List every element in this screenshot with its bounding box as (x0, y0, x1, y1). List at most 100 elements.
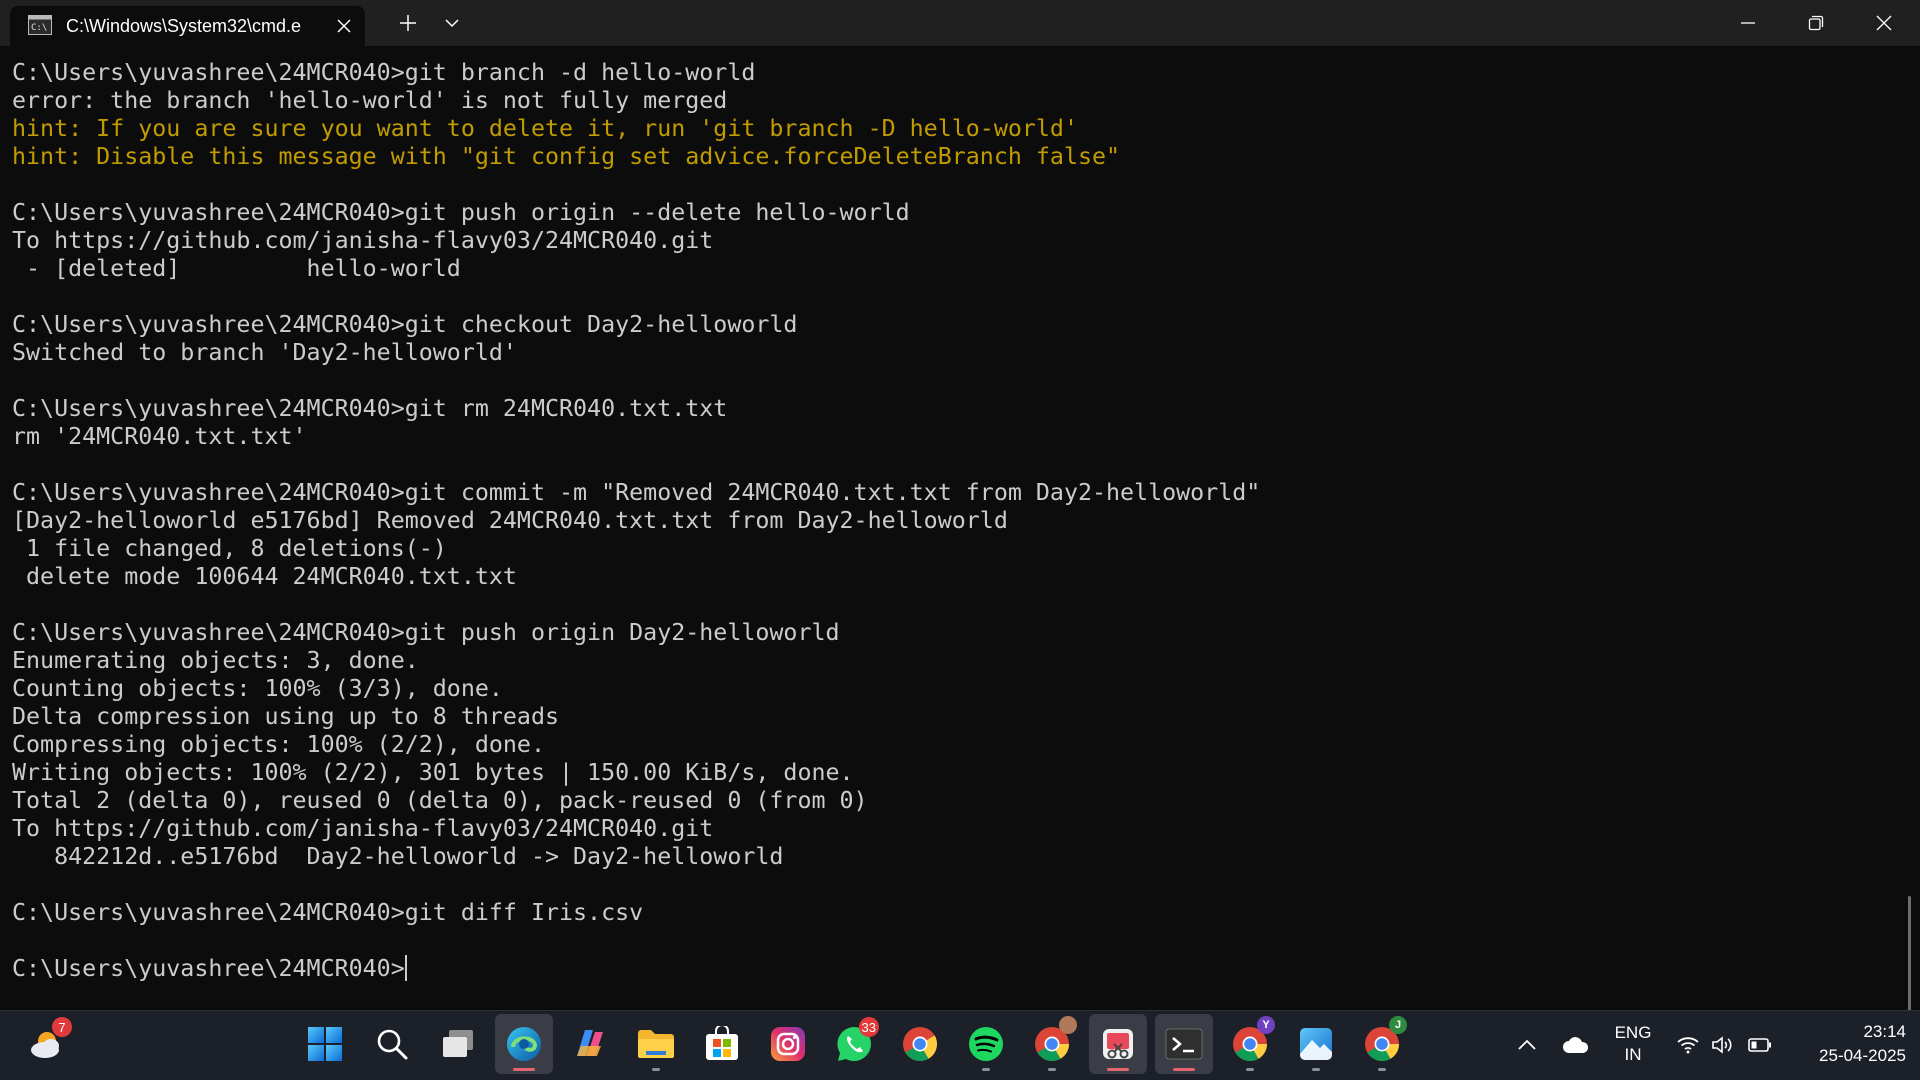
photos-icon (1300, 1028, 1332, 1060)
chrome-profile-photo-button[interactable] (1023, 1014, 1081, 1074)
chevron-up-icon (1518, 1039, 1536, 1050)
terminal-line: To https://github.com/janisha-flavy03/24… (12, 227, 714, 254)
dropdown-icon[interactable] (432, 0, 472, 46)
windows-start-icon (308, 1027, 342, 1061)
terminal-lines: C:\Users\yuvashree\24MCR040>git branch -… (12, 59, 1260, 983)
terminal-line: Delta compression using up to 8 threads (12, 703, 560, 730)
whatsapp-button[interactable]: 33 (825, 1014, 883, 1074)
terminal-button[interactable] (1155, 1014, 1213, 1074)
store-icon (706, 1026, 738, 1060)
chrome-profile-j-button[interactable]: J (1353, 1014, 1411, 1074)
terminal-line: C:\Users\yuvashree\24MCR040>git push ori… (12, 619, 840, 646)
profile-avatar (1059, 1016, 1077, 1034)
weather-widget[interactable]: 7 (18, 1014, 76, 1074)
task-view-icon (443, 1030, 473, 1057)
running-indicator (652, 1068, 660, 1071)
terminal-prompt-line: C:\Users\yuvashree\24MCR040> (12, 955, 1260, 983)
photos-button[interactable] (1287, 1014, 1345, 1074)
terminal-icon (1165, 1028, 1203, 1060)
spotify-icon (969, 1027, 1003, 1061)
title-bar: C:\ C:\Windows\System32\cmd.e (0, 0, 1920, 46)
show-hidden-icons-button[interactable] (1512, 1018, 1542, 1072)
instagram-icon (771, 1027, 805, 1061)
text-cursor (404, 955, 407, 981)
wifi-icon (1677, 1037, 1699, 1054)
profile-avatar: J (1389, 1016, 1407, 1034)
language-indicator[interactable]: ENG IN (1605, 1022, 1661, 1066)
terminal-line: - [deleted] hello-world (12, 255, 461, 282)
volume-icon (1712, 1036, 1732, 1054)
new-tab-icon[interactable] (384, 0, 432, 46)
terminal-output[interactable]: C:\Users\yuvashree\24MCR040>git branch -… (0, 46, 1920, 1024)
terminal-prompt: C:\Users\yuvashree\24MCR040> (12, 955, 405, 982)
search-button[interactable] (363, 1014, 421, 1074)
terminal-line: C:\Users\yuvashree\24MCR040>git rm 24MCR… (12, 395, 728, 422)
terminal-line: C:\Users\yuvashree\24MCR040>git commit -… (12, 479, 1261, 506)
snipping-tool-icon (1103, 1029, 1133, 1059)
microsoft-store-button[interactable] (693, 1014, 751, 1074)
chrome-profile-y-button[interactable]: Y (1221, 1014, 1279, 1074)
volume-button[interactable] (1707, 1018, 1739, 1072)
terminal-line: C:\Users\yuvashree\24MCR040>git branch -… (12, 59, 756, 86)
file-explorer-button[interactable] (627, 1014, 685, 1074)
whatsapp-badge: 33 (858, 1017, 879, 1037)
terminal-line: Compressing objects: 100% (2/2), done. (12, 731, 545, 758)
task-view-button[interactable] (429, 1014, 487, 1074)
minimize-icon[interactable] (1718, 0, 1778, 46)
tab-close-icon[interactable] (332, 14, 356, 38)
terminal-line: Writing objects: 100% (2/2), 301 bytes |… (12, 759, 854, 786)
terminal-line: delete mode 100644 24MCR040.txt.txt (12, 563, 517, 590)
instagram-button[interactable] (759, 1014, 817, 1074)
spotify-button[interactable] (957, 1014, 1015, 1074)
terminal-line: C:\Users\yuvashree\24MCR040>git checkout… (12, 311, 798, 338)
scrollbar-thumb[interactable] (1908, 896, 1911, 1024)
start-button[interactable] (296, 1014, 354, 1074)
terminal-line: hint: Disable this message with "git con… (12, 143, 1121, 170)
terminal-line: Counting objects: 100% (3/3), done. (12, 675, 503, 702)
clock[interactable]: 23:14 25-04-2025 (1790, 1020, 1906, 1068)
running-indicator (1048, 1068, 1056, 1071)
profile-avatar: Y (1257, 1016, 1275, 1034)
terminal-line: Total 2 (delta 0), reused 0 (delta 0), p… (12, 787, 868, 814)
running-indicator (1107, 1068, 1129, 1071)
edge-icon (507, 1027, 541, 1061)
cloud-icon (1563, 1037, 1589, 1053)
onedrive-button[interactable] (1558, 1018, 1594, 1072)
running-indicator (1173, 1068, 1195, 1071)
copilot-icon (577, 1030, 603, 1056)
chrome-button[interactable] (891, 1014, 949, 1074)
terminal-line: 842212d..e5176bd Day2-helloworld -> Day2… (12, 843, 784, 870)
terminal-line: C:\Users\yuvashree\24MCR040>git push ori… (12, 199, 910, 226)
terminal-tab[interactable]: C:\ C:\Windows\System32\cmd.e (10, 6, 365, 46)
snipping-tool-button[interactable] (1089, 1014, 1147, 1074)
tab-title: C:\Windows\System32\cmd.e (66, 16, 302, 36)
terminal-line: Switched to branch 'Day2-helloworld' (12, 339, 517, 366)
running-indicator (1246, 1068, 1254, 1071)
chrome-icon (903, 1027, 937, 1061)
terminal-line: hint: If you are sure you want to delete… (12, 115, 1078, 142)
terminal-line: error: the branch 'hello-world' is not f… (12, 87, 728, 114)
language-code: ENG (1614, 1023, 1652, 1042)
running-indicator (982, 1068, 990, 1071)
copilot-button[interactable] (561, 1014, 619, 1074)
edge-button[interactable] (495, 1014, 553, 1074)
running-indicator (513, 1068, 535, 1071)
folder-icon (638, 1030, 674, 1058)
network-button[interactable] (1672, 1018, 1704, 1072)
running-indicator (1378, 1068, 1386, 1071)
terminal-line: Enumerating objects: 3, done. (12, 647, 419, 674)
weather-badge: 7 (52, 1017, 72, 1037)
maximize-icon[interactable] (1786, 0, 1846, 46)
battery-button[interactable] (1744, 1018, 1776, 1072)
clock-time: 23:14 (1863, 1022, 1906, 1041)
close-icon[interactable] (1854, 0, 1914, 46)
terminal-line: C:\Users\yuvashree\24MCR040>git diff Iri… (12, 899, 644, 926)
region-code: IN (1624, 1045, 1642, 1064)
battery-icon (1748, 1038, 1771, 1052)
